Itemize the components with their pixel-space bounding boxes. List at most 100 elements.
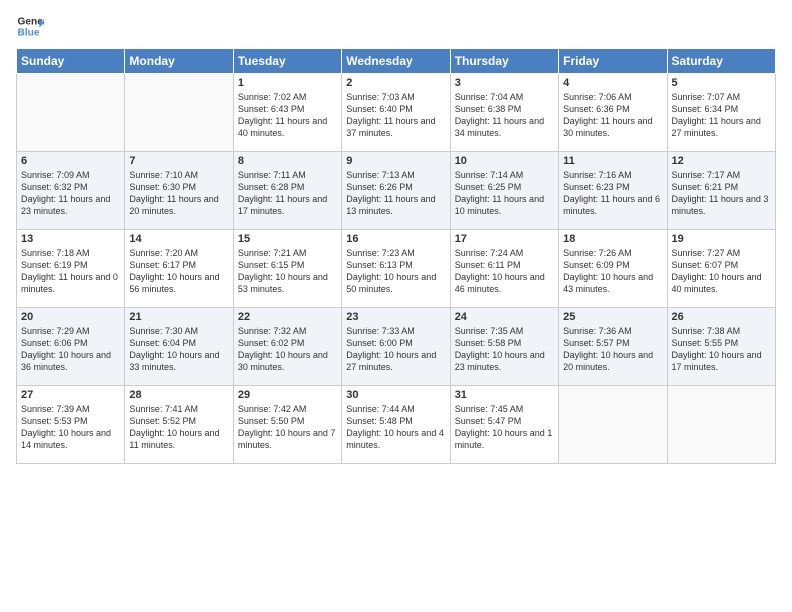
day-info: Sunrise: 7:11 AM Sunset: 6:28 PM Dayligh…	[238, 169, 337, 218]
day-number: 29	[238, 389, 337, 401]
day-number: 1	[238, 77, 337, 89]
day-number: 19	[672, 233, 771, 245]
day-info: Sunrise: 7:21 AM Sunset: 6:15 PM Dayligh…	[238, 247, 337, 296]
day-number: 5	[672, 77, 771, 89]
day-number: 26	[672, 311, 771, 323]
day-number: 21	[129, 311, 228, 323]
calendar-week-row: 6 Sunrise: 7:09 AM Sunset: 6:32 PM Daylig…	[17, 152, 776, 230]
calendar-cell: 20 Sunrise: 7:29 AM Sunset: 6:06 PM Dayli…	[17, 308, 125, 386]
weekday-header-cell: Monday	[125, 49, 233, 74]
calendar-week-row: 1 Sunrise: 7:02 AM Sunset: 6:43 PM Daylig…	[17, 74, 776, 152]
day-info: Sunrise: 7:06 AM Sunset: 6:36 PM Dayligh…	[563, 91, 662, 140]
calendar-cell: 7Sunrise: 7:10 AM Sunset: 6:30 PM Daylig…	[125, 152, 233, 230]
calendar-cell: 19 Sunrise: 7:27 AM Sunset: 6:07 PM Dayli…	[667, 230, 775, 308]
day-number: 28	[129, 389, 228, 401]
calendar-week-row: 27 Sunrise: 7:39 AM Sunset: 5:53 PM Dayli…	[17, 386, 776, 464]
calendar-cell: 28 Sunrise: 7:41 AM Sunset: 5:52 PM Dayli…	[125, 386, 233, 464]
calendar-cell: 12 Sunrise: 7:17 AM Sunset: 6:21 PM Dayli…	[667, 152, 775, 230]
weekday-header-cell: Thursday	[450, 49, 558, 74]
day-info: Sunrise: 7:41 AM Sunset: 5:52 PM Dayligh…	[129, 403, 228, 452]
day-number: 30	[346, 389, 445, 401]
header: General Blue	[16, 12, 776, 40]
day-number: 27	[21, 389, 120, 401]
weekday-header-cell: Wednesday	[342, 49, 450, 74]
calendar-cell: 17 Sunrise: 7:24 AM Sunset: 6:11 PM Dayli…	[450, 230, 558, 308]
day-info: Sunrise: 7:39 AM Sunset: 5:53 PM Dayligh…	[21, 403, 120, 452]
calendar-cell: 5 Sunrise: 7:07 AM Sunset: 6:34 PM Daylig…	[667, 74, 775, 152]
day-info: Sunrise: 7:07 AM Sunset: 6:34 PM Dayligh…	[672, 91, 771, 140]
logo-icon: General Blue	[16, 12, 44, 40]
day-info: Sunrise: 7:24 AM Sunset: 6:11 PM Dayligh…	[455, 247, 554, 296]
day-info: Sunrise: 7:16 AM Sunset: 6:23 PM Dayligh…	[563, 169, 662, 218]
day-number: 31	[455, 389, 554, 401]
weekday-header-cell: Sunday	[17, 49, 125, 74]
calendar-cell: 13Sunrise: 7:18 AM Sunset: 6:19 PM Dayli…	[17, 230, 125, 308]
calendar-week-row: 13Sunrise: 7:18 AM Sunset: 6:19 PM Dayli…	[17, 230, 776, 308]
logo: General Blue	[16, 12, 44, 40]
day-number: 12	[672, 155, 771, 167]
weekday-header-cell: Saturday	[667, 49, 775, 74]
day-number: 24	[455, 311, 554, 323]
calendar-cell	[559, 386, 667, 464]
calendar-cell: 24 Sunrise: 7:35 AM Sunset: 5:58 PM Dayli…	[450, 308, 558, 386]
calendar-cell: 6 Sunrise: 7:09 AM Sunset: 6:32 PM Daylig…	[17, 152, 125, 230]
day-info: Sunrise: 7:42 AM Sunset: 5:50 PM Dayligh…	[238, 403, 337, 452]
calendar-page: General Blue SundayMondayTuesdayWednesda…	[0, 0, 792, 612]
day-info: Sunrise: 7:33 AM Sunset: 6:00 PM Dayligh…	[346, 325, 445, 374]
day-number: 22	[238, 311, 337, 323]
calendar-table: SundayMondayTuesdayWednesdayThursdayFrid…	[16, 48, 776, 464]
calendar-cell: 30 Sunrise: 7:44 AM Sunset: 5:48 PM Dayli…	[342, 386, 450, 464]
calendar-cell: 2Sunrise: 7:03 AM Sunset: 6:40 PM Daylig…	[342, 74, 450, 152]
day-number: 10	[455, 155, 554, 167]
calendar-cell: 14 Sunrise: 7:20 AM Sunset: 6:17 PM Dayli…	[125, 230, 233, 308]
day-number: 11	[563, 155, 662, 167]
day-number: 7	[129, 155, 228, 167]
day-number: 17	[455, 233, 554, 245]
day-number: 13	[21, 233, 120, 245]
day-info: Sunrise: 7:32 AM Sunset: 6:02 PM Dayligh…	[238, 325, 337, 374]
day-number: 9	[346, 155, 445, 167]
day-info: Sunrise: 7:45 AM Sunset: 5:47 PM Dayligh…	[455, 403, 554, 452]
day-number: 3	[455, 77, 554, 89]
day-info: Sunrise: 7:29 AM Sunset: 6:06 PM Dayligh…	[21, 325, 120, 374]
day-info: Sunrise: 7:38 AM Sunset: 5:55 PM Dayligh…	[672, 325, 771, 374]
calendar-cell: 10Sunrise: 7:14 AM Sunset: 6:25 PM Dayli…	[450, 152, 558, 230]
day-number: 14	[129, 233, 228, 245]
day-number: 23	[346, 311, 445, 323]
day-number: 6	[21, 155, 120, 167]
day-info: Sunrise: 7:23 AM Sunset: 6:13 PM Dayligh…	[346, 247, 445, 296]
calendar-cell: 11 Sunrise: 7:16 AM Sunset: 6:23 PM Dayli…	[559, 152, 667, 230]
calendar-cell: 3 Sunrise: 7:04 AM Sunset: 6:38 PM Daylig…	[450, 74, 558, 152]
day-info: Sunrise: 7:35 AM Sunset: 5:58 PM Dayligh…	[455, 325, 554, 374]
calendar-cell: 18Sunrise: 7:26 AM Sunset: 6:09 PM Dayli…	[559, 230, 667, 308]
day-number: 16	[346, 233, 445, 245]
day-number: 8	[238, 155, 337, 167]
calendar-cell: 31 Sunrise: 7:45 AM Sunset: 5:47 PM Dayli…	[450, 386, 558, 464]
calendar-cell: 21 Sunrise: 7:30 AM Sunset: 6:04 PM Dayli…	[125, 308, 233, 386]
day-info: Sunrise: 7:17 AM Sunset: 6:21 PM Dayligh…	[672, 169, 771, 218]
day-info: Sunrise: 7:44 AM Sunset: 5:48 PM Dayligh…	[346, 403, 445, 452]
day-info: Sunrise: 7:20 AM Sunset: 6:17 PM Dayligh…	[129, 247, 228, 296]
day-info: Sunrise: 7:03 AM Sunset: 6:40 PM Dayligh…	[346, 91, 445, 140]
day-info: Sunrise: 7:36 AM Sunset: 5:57 PM Dayligh…	[563, 325, 662, 374]
day-number: 15	[238, 233, 337, 245]
svg-text:Blue: Blue	[18, 27, 40, 38]
calendar-cell: 8 Sunrise: 7:11 AM Sunset: 6:28 PM Daylig…	[233, 152, 341, 230]
day-info: Sunrise: 7:09 AM Sunset: 6:32 PM Dayligh…	[21, 169, 120, 218]
day-info: Sunrise: 7:02 AM Sunset: 6:43 PM Dayligh…	[238, 91, 337, 140]
day-number: 25	[563, 311, 662, 323]
calendar-cell	[125, 74, 233, 152]
weekday-header-cell: Tuesday	[233, 49, 341, 74]
calendar-cell: 4 Sunrise: 7:06 AM Sunset: 6:36 PM Daylig…	[559, 74, 667, 152]
day-info: Sunrise: 7:27 AM Sunset: 6:07 PM Dayligh…	[672, 247, 771, 296]
day-info: Sunrise: 7:13 AM Sunset: 6:26 PM Dayligh…	[346, 169, 445, 218]
calendar-cell: 29 Sunrise: 7:42 AM Sunset: 5:50 PM Dayli…	[233, 386, 341, 464]
calendar-cell: 23 Sunrise: 7:33 AM Sunset: 6:00 PM Dayli…	[342, 308, 450, 386]
day-number: 4	[563, 77, 662, 89]
day-info: Sunrise: 7:30 AM Sunset: 6:04 PM Dayligh…	[129, 325, 228, 374]
day-number: 20	[21, 311, 120, 323]
calendar-cell: 26 Sunrise: 7:38 AM Sunset: 5:55 PM Dayli…	[667, 308, 775, 386]
calendar-cell: 22 Sunrise: 7:32 AM Sunset: 6:02 PM Dayli…	[233, 308, 341, 386]
day-info: Sunrise: 7:04 AM Sunset: 6:38 PM Dayligh…	[455, 91, 554, 140]
calendar-cell: 27 Sunrise: 7:39 AM Sunset: 5:53 PM Dayli…	[17, 386, 125, 464]
